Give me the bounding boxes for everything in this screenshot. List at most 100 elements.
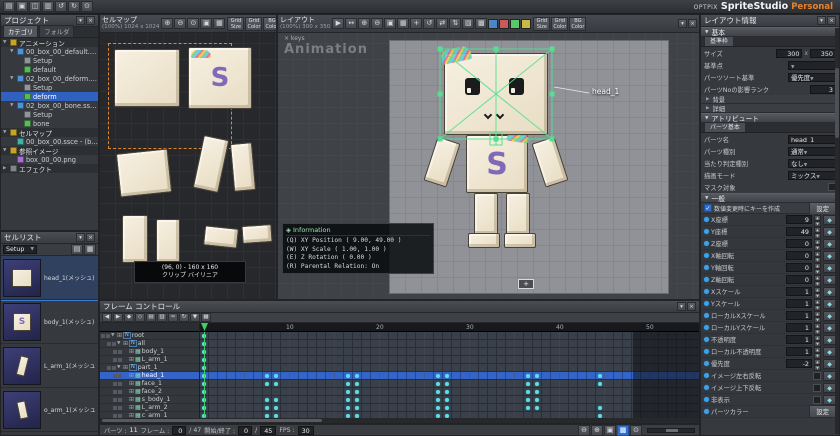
size-height-input[interactable]: 350	[810, 49, 836, 58]
keyframe[interactable]	[535, 374, 539, 378]
key-settings-button[interactable]: 設定	[809, 202, 836, 215]
keyframe[interactable]	[355, 398, 359, 402]
keyframe[interactable]	[274, 374, 278, 378]
cell-list-item[interactable]: Sbody_1(メッシュ)	[1, 300, 98, 344]
tree-expand-icon[interactable]: ▼	[10, 103, 15, 108]
zoom-in-icon[interactable]: ⊕	[161, 18, 173, 29]
grid-toggle-icon[interactable]: ▦	[213, 18, 225, 29]
origin-select[interactable]: ▼	[788, 61, 836, 70]
keyframe[interactable]	[346, 406, 350, 410]
lock-toggle[interactable]	[118, 382, 122, 386]
tree-item[interactable]: Setup	[1, 56, 98, 65]
settings-icon[interactable]: ⊙	[81, 1, 93, 12]
visibility-toggle[interactable]	[113, 398, 117, 402]
visibility-toggle[interactable]	[113, 406, 117, 410]
zoom-fit-icon[interactable]: ▣	[384, 18, 396, 29]
grid-color-button[interactable]: Grid Color	[551, 17, 568, 31]
redo-icon[interactable]: ↻	[68, 1, 80, 12]
timeline-hscrollbar[interactable]	[100, 418, 699, 423]
panel-menu-icon[interactable]: ▾	[678, 19, 687, 28]
tree-expand-icon[interactable]: ▶	[3, 166, 8, 171]
filter-icon[interactable]: ▦	[201, 313, 211, 322]
tree-item[interactable]: ▼02_box_00_deform.ssae	[1, 74, 98, 83]
sort-select[interactable]: 優先度▼	[788, 73, 836, 82]
keyframe[interactable]	[535, 406, 539, 410]
tree-item[interactable]: ▼参照イメージ	[1, 146, 98, 155]
value-input[interactable]: 0	[786, 239, 812, 248]
cell-list-item[interactable]: L_arm_1(メッシュ)	[1, 344, 98, 388]
timeline-part-root[interactable]: ▼⊞Nroot	[100, 332, 199, 340]
save-icon[interactable]: ◫	[29, 1, 41, 12]
pointer-tool-icon[interactable]: ▶	[332, 18, 344, 29]
value-input[interactable]: 1	[786, 347, 812, 356]
inspector-scrollbar[interactable]	[835, 28, 839, 434]
visibility-toggle[interactable]	[113, 374, 117, 378]
keyframe[interactable]	[265, 414, 269, 418]
keyframe[interactable]	[436, 374, 440, 378]
cell-list-item[interactable]: o_arm_1(メッシュ)	[1, 388, 98, 432]
spinner[interactable]: ▲▼	[814, 359, 821, 369]
axis-toggle-icon[interactable]: +	[410, 18, 422, 29]
spinner[interactable]: ▲▼	[814, 251, 821, 261]
swatch-blue[interactable]	[488, 19, 498, 29]
checkbox[interactable]	[813, 384, 821, 392]
frame-input[interactable]: 0	[172, 426, 186, 435]
project-tab[interactable]: カテゴリ	[3, 25, 38, 37]
tab-part-basic[interactable]: パーツ基本	[704, 122, 746, 132]
fps-input[interactable]: 30	[298, 426, 314, 435]
tab-reference-frame[interactable]: 基準枠	[704, 36, 734, 46]
keyframe[interactable]	[265, 406, 269, 410]
timeline-zoom-in-icon[interactable]: ⊕	[591, 425, 603, 436]
keyframe[interactable]	[265, 398, 269, 402]
lock-toggle[interactable]	[106, 334, 110, 338]
spinner[interactable]: ▲▼	[814, 215, 821, 225]
lock-toggle[interactable]	[118, 358, 122, 362]
timeline-track-all[interactable]	[200, 340, 699, 348]
panel-close-icon[interactable]: ×	[688, 19, 697, 28]
value-input[interactable]: 1	[786, 323, 812, 332]
value-input[interactable]: 49	[786, 227, 812, 236]
spinner[interactable]: ▲▼	[814, 335, 821, 345]
next-key-icon[interactable]: ▶	[113, 313, 123, 322]
rank-input[interactable]: 3	[810, 85, 836, 94]
timeline-settings-icon[interactable]: ⊙	[630, 425, 642, 436]
swatch-red[interactable]	[499, 19, 509, 29]
lock-toggle[interactable]	[118, 374, 122, 378]
spinner[interactable]: ▲▼	[814, 227, 821, 237]
character-body[interactable]: S	[466, 135, 528, 193]
timeline-part-face_2[interactable]: ⊞▦face_2	[100, 388, 199, 396]
keyframe[interactable]	[526, 406, 530, 410]
keyframe[interactable]	[346, 398, 350, 402]
tree-item[interactable]: ▶エフェクト	[1, 164, 98, 173]
zoom-out-icon[interactable]: ⊖	[371, 18, 383, 29]
keyframe[interactable]	[535, 390, 539, 394]
keyframe[interactable]	[535, 382, 539, 386]
keyframe[interactable]	[355, 390, 359, 394]
tree-item[interactable]: default	[1, 65, 98, 74]
tree-item[interactable]: ▼00_box_00_default.ssae	[1, 47, 98, 56]
keyframe[interactable]	[445, 382, 449, 386]
onion-skin-icon[interactable]: ▧	[462, 18, 474, 29]
tree-item[interactable]: Setup	[1, 83, 98, 92]
keyframe[interactable]	[436, 398, 440, 402]
bg-color-button[interactable]: BG Color	[569, 17, 586, 31]
timeline-track-part_1[interactable]	[200, 364, 699, 372]
zoom-fit-icon[interactable]: ▣	[200, 18, 212, 29]
lock-toggle[interactable]	[118, 390, 122, 394]
keyframe[interactable]	[526, 382, 530, 386]
visibility-toggle[interactable]	[113, 358, 117, 362]
keyframe[interactable]	[445, 398, 449, 402]
tree-item[interactable]: bone	[1, 119, 98, 128]
lock-toggle[interactable]	[112, 366, 116, 370]
panel-close-icon[interactable]: ×	[827, 16, 836, 25]
interpolation-icon[interactable]: ≈	[168, 313, 178, 322]
character-left-leg[interactable]	[474, 193, 498, 235]
tree-item[interactable]: ▼02_box_00_bone.ssae	[1, 101, 98, 110]
dropdown[interactable]: なし▼	[788, 159, 836, 168]
flip-vertical-icon[interactable]: ⇅	[449, 18, 461, 29]
timeline-part-s_body_1[interactable]: ⊞▦s_body_1	[100, 396, 199, 404]
pan-tool-icon[interactable]: ↔	[345, 18, 357, 29]
timeline-track-L_arm_1[interactable]	[200, 356, 699, 364]
panel-menu-icon[interactable]: ▾	[677, 302, 686, 311]
character-left-arm[interactable]	[423, 136, 460, 187]
